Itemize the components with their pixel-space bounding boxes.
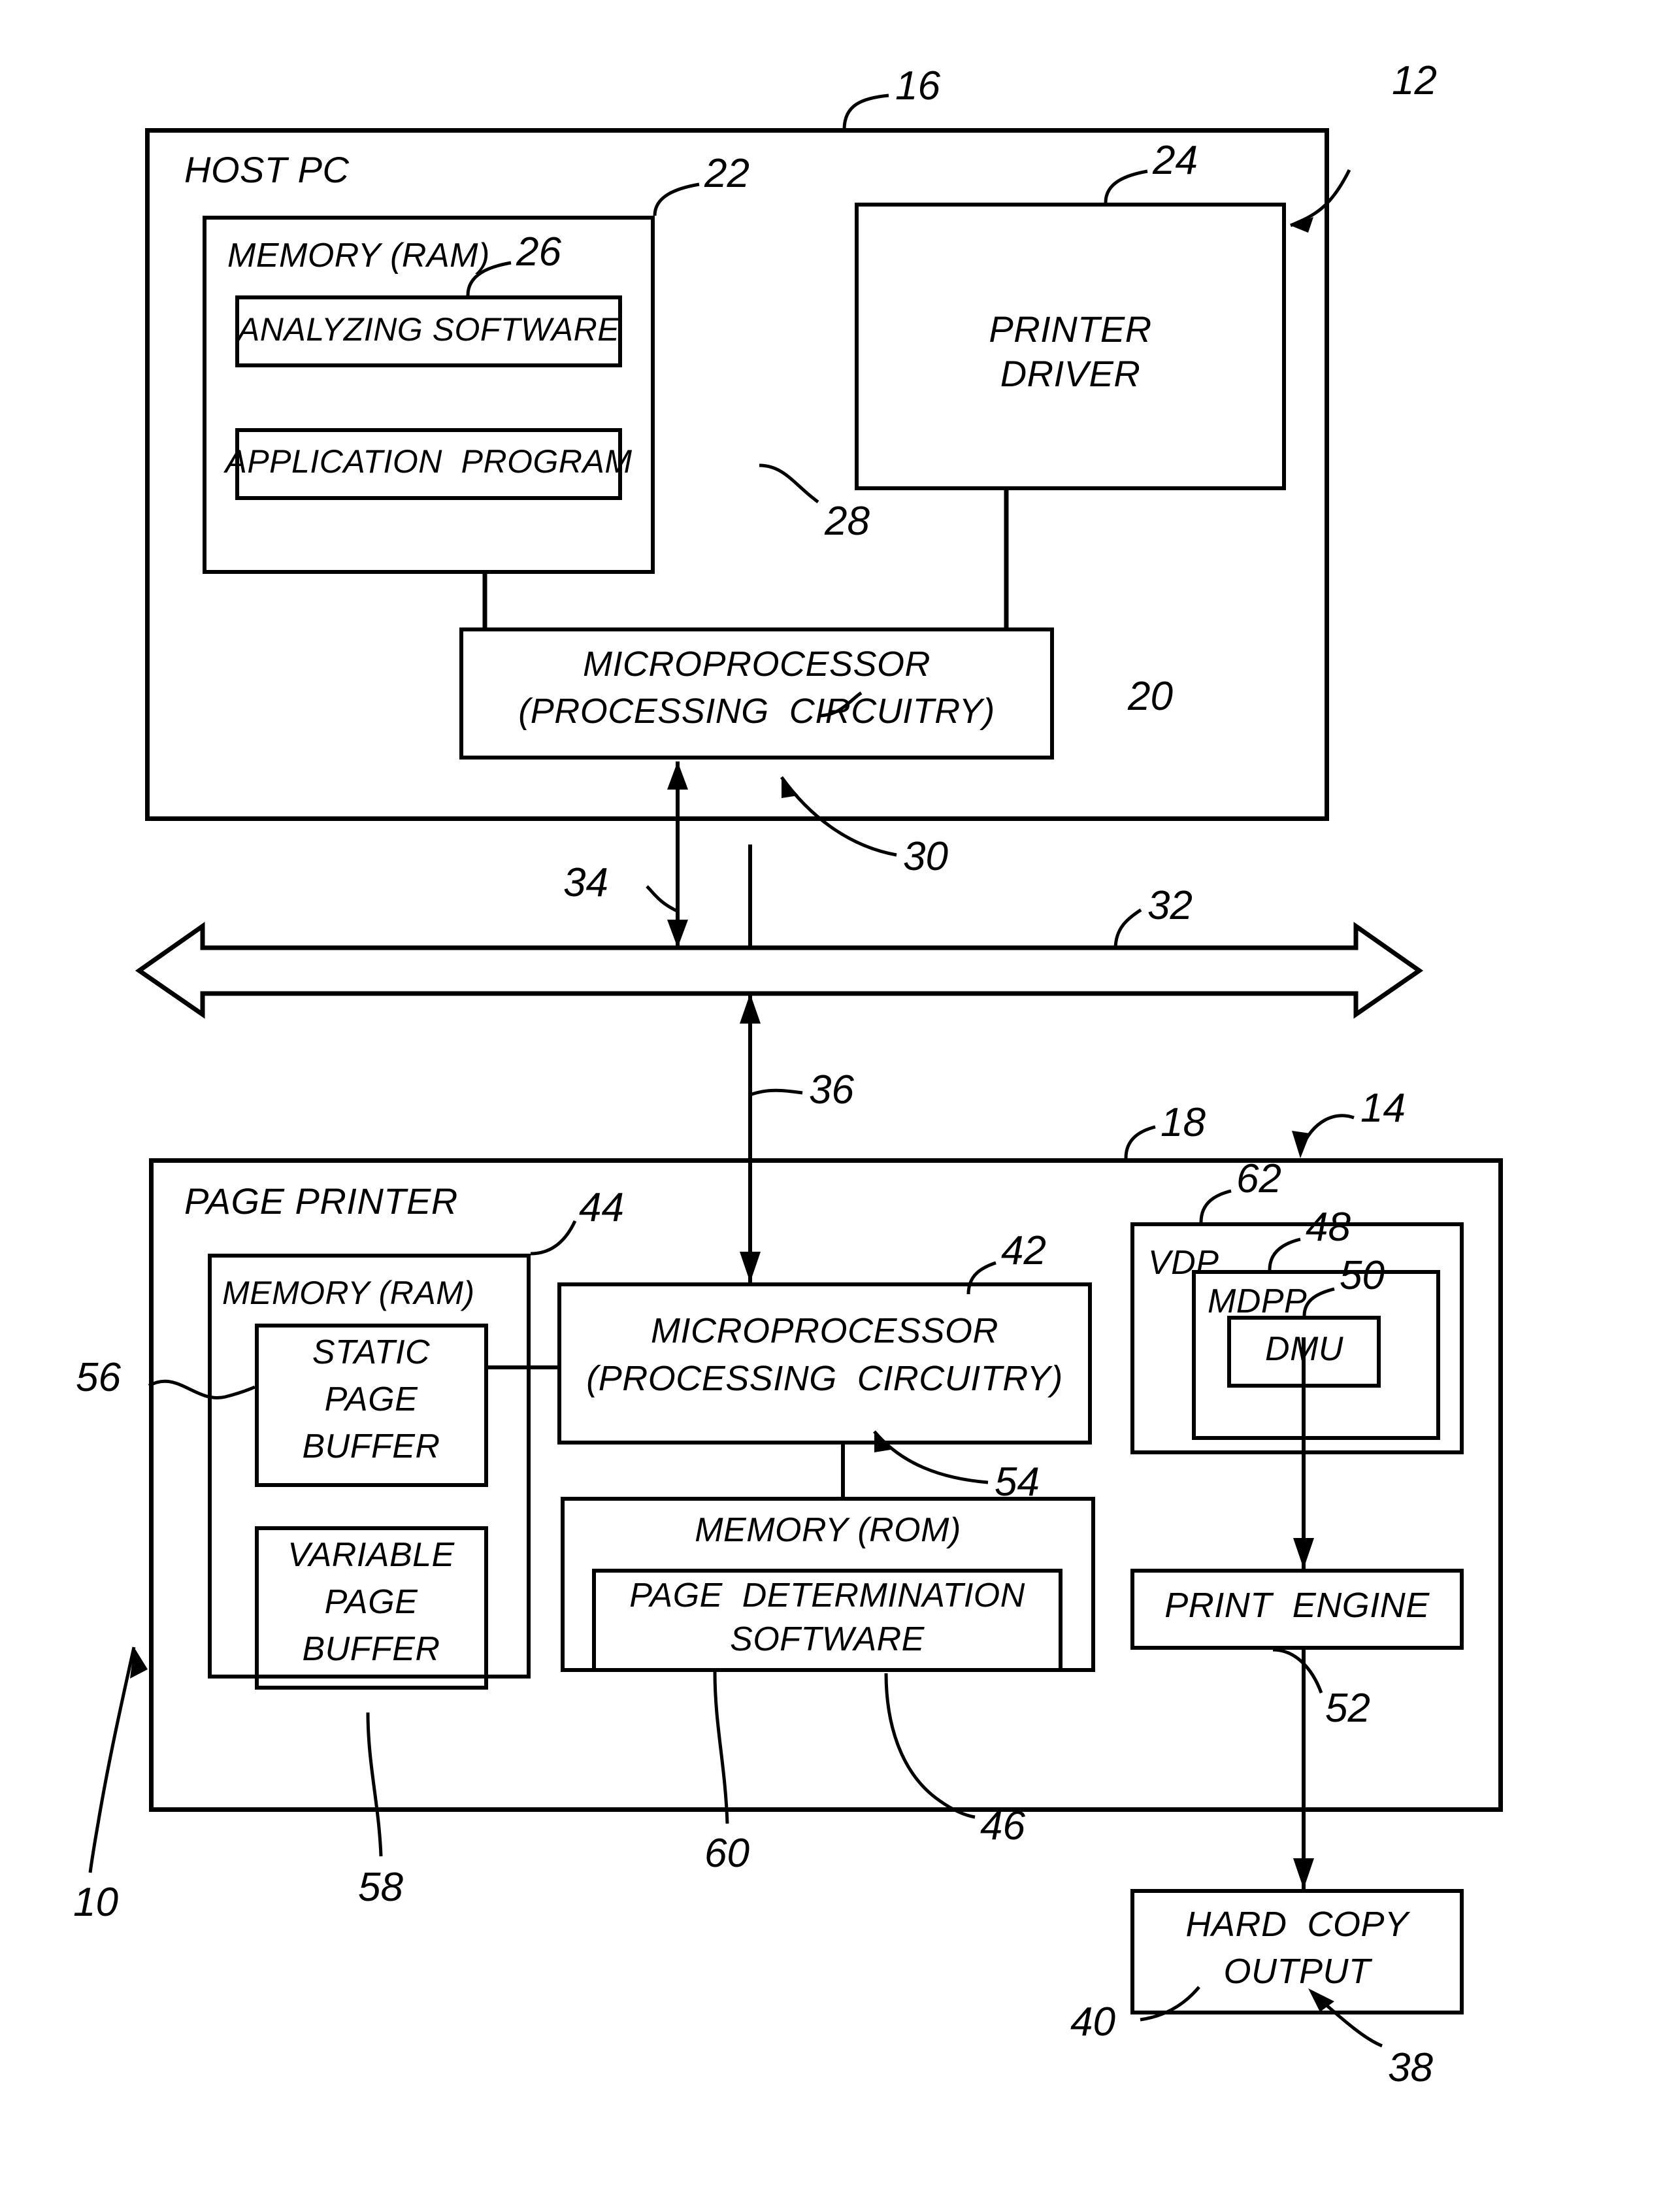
reference-numeral-24: 24 [1153, 138, 1198, 183]
page-determination-software-label-line1: PAGE DETERMINATION [629, 1577, 1025, 1614]
printer-microprocessor-label-line2: (PROCESSING CIRCUITRY) [586, 1359, 1063, 1398]
host-pc-label: HOST PC [184, 149, 350, 190]
reference-numeral-46: 46 [980, 1803, 1025, 1848]
page-determination-software-label-line2: SOFTWARE [730, 1620, 925, 1658]
variable-page-buffer-label-line1: VARIABLE [288, 1536, 455, 1574]
leader-14 [1298, 1114, 1355, 1151]
static-page-buffer-label-line2: PAGE [324, 1380, 418, 1418]
reference-numeral-44: 44 [579, 1185, 624, 1230]
reference-numeral-16: 16 [895, 63, 940, 109]
hard-copy-output-label-line1: HARD COPY [1185, 1905, 1409, 1944]
host-microprocessor-label-line1: MICROPROCESSOR [582, 644, 931, 684]
leader-32 [1113, 908, 1142, 950]
leader-34 [646, 885, 679, 913]
reference-numeral-20: 20 [1128, 674, 1173, 719]
reference-numeral-50: 50 [1340, 1253, 1385, 1298]
reference-numeral-34: 34 [563, 860, 608, 905]
leader-18 [1124, 1125, 1156, 1159]
arrowhead-36-up [740, 994, 761, 1024]
leader-10 [88, 1646, 136, 1873]
reference-numeral-12: 12 [1392, 58, 1437, 103]
arrowhead-14 [1292, 1131, 1310, 1158]
reference-numeral-48: 48 [1306, 1205, 1351, 1250]
reference-numeral-10: 10 [73, 1880, 118, 1925]
host-memory-ram-label: MEMORY (RAM) [227, 237, 490, 275]
application-program-label: APPLICATION PROGRAM [225, 443, 633, 480]
reference-numeral-14: 14 [1360, 1086, 1406, 1131]
arrowhead-10 [130, 1647, 148, 1679]
printer-driver-label-line2: DRIVER [1000, 353, 1141, 394]
static-page-buffer-label-line1: STATIC [312, 1333, 431, 1371]
reference-numeral-52: 52 [1325, 1686, 1370, 1731]
variable-page-buffer-label-line2: PAGE [324, 1583, 418, 1621]
hard-copy-output-label-line2: OUTPUT [1223, 1952, 1371, 1991]
reference-numeral-18: 18 [1161, 1100, 1206, 1145]
reference-numeral-62: 62 [1236, 1156, 1281, 1201]
page-printer-label: PAGE PRINTER [184, 1180, 458, 1222]
arrowhead-hardcopy [1293, 1858, 1314, 1889]
reference-numeral-22: 22 [704, 151, 749, 196]
static-page-buffer-label-line3: BUFFER [302, 1428, 440, 1465]
printer-driver-label-line1: PRINTER [989, 309, 1152, 350]
leader-16 [842, 93, 889, 130]
host-microprocessor-label-line2: (PROCESSING CIRCUITRY) [518, 692, 995, 731]
reference-numeral-36: 36 [809, 1067, 854, 1112]
reference-numeral-56: 56 [76, 1355, 121, 1400]
printer-memory-rom-label: MEMORY (ROM) [695, 1511, 961, 1549]
printer-memory-ram-label: MEMORY (RAM) [222, 1275, 475, 1311]
reference-numeral-58: 58 [358, 1865, 403, 1910]
print-engine-label: PRINT ENGINE [1164, 1586, 1430, 1625]
reference-numeral-26: 26 [516, 229, 561, 275]
reference-numeral-28: 28 [825, 499, 870, 544]
analyzing-software-label: ANALYZING SOFTWARE [237, 311, 620, 348]
reference-numeral-38: 38 [1388, 2045, 1433, 2090]
reference-numeral-60: 60 [704, 1831, 749, 1876]
reference-numeral-42: 42 [1001, 1228, 1046, 1273]
bus-double-arrow [135, 922, 1424, 1019]
arrowhead-34-down [667, 920, 688, 948]
printer-microprocessor-label-line1: MICROPROCESSOR [650, 1311, 999, 1350]
patent-figure: HOST PC MEMORY (RAM) ANALYZING SOFTWARE … [0, 0, 1680, 2189]
variable-page-buffer-label-line3: BUFFER [302, 1630, 440, 1668]
reference-numeral-54: 54 [995, 1460, 1040, 1505]
reference-numeral-30: 30 [903, 834, 948, 879]
reference-numeral-32: 32 [1147, 883, 1193, 928]
dmu-label: DMU [1265, 1330, 1343, 1368]
leader-36 [749, 1088, 803, 1097]
reference-numeral-40: 40 [1070, 1999, 1115, 2045]
